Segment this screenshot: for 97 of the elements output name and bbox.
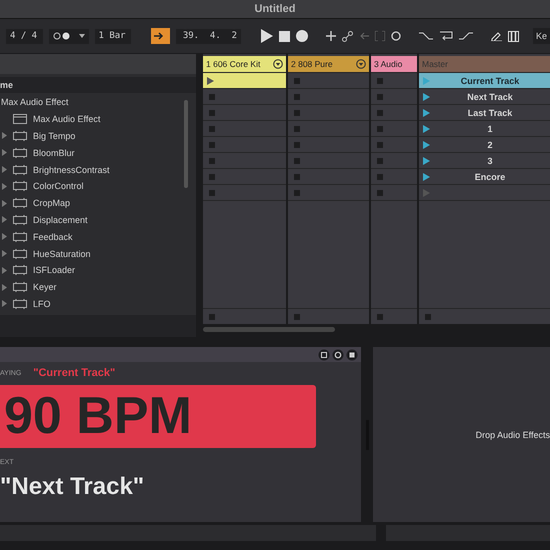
scene-row[interactable]: 2 xyxy=(419,136,550,152)
track-name: 1 606 Core Kit xyxy=(206,59,260,69)
play-icon[interactable] xyxy=(207,76,214,84)
drop-zone-text: Drop Audio Effects xyxy=(476,430,550,440)
device-icon xyxy=(13,114,27,124)
device-button-icon[interactable] xyxy=(318,348,330,360)
preset-icon xyxy=(13,248,27,259)
scene-label: 3 xyxy=(486,156,494,166)
play-icon[interactable] xyxy=(261,29,273,43)
preset-icon xyxy=(13,282,27,292)
dropdown-icon[interactable] xyxy=(273,59,283,69)
browser-item[interactable]: Feedback xyxy=(33,232,73,242)
track-header[interactable]: 2 808 Pure xyxy=(288,56,369,72)
key-button[interactable]: Ke xyxy=(533,28,550,44)
disclosure-icon[interactable] xyxy=(2,284,7,291)
disclosure-icon[interactable] xyxy=(2,233,7,240)
browser-item[interactable]: Max Audio Effect xyxy=(33,114,100,124)
disclosure-icon[interactable] xyxy=(2,166,7,174)
track-header[interactable]: 3 Audio xyxy=(371,56,417,72)
preset-icon xyxy=(13,130,27,141)
scrollbar[interactable] xyxy=(203,327,335,332)
stop-icon xyxy=(425,314,431,320)
preset-icon xyxy=(13,214,27,225)
record-icon[interactable] xyxy=(296,30,308,42)
disclosure-icon[interactable] xyxy=(2,250,7,258)
clip-slot[interactable] xyxy=(203,72,286,88)
disclosure-icon[interactable] xyxy=(2,216,7,224)
track-name: 2 808 Pure xyxy=(291,59,333,69)
next-track-name: "Next Track" xyxy=(0,473,144,501)
preset-icon xyxy=(13,265,27,276)
window-title: Untitled xyxy=(254,3,296,15)
scene-row[interactable]: Last Track xyxy=(419,104,550,120)
curve-up-icon[interactable] xyxy=(459,32,473,40)
browser-folder[interactable]: Max Audio Effect xyxy=(0,94,196,111)
preset-icon xyxy=(13,148,27,158)
disclosure-icon[interactable] xyxy=(2,200,7,207)
column-header[interactable]: me xyxy=(0,77,196,93)
pencil-icon[interactable] xyxy=(491,31,502,41)
scrollbar[interactable] xyxy=(184,100,188,188)
preset-icon xyxy=(13,298,27,309)
browser-item[interactable]: BloomBlur xyxy=(33,148,75,158)
scene-label: Last Track xyxy=(466,108,514,118)
save-icon[interactable] xyxy=(346,348,358,360)
circle-icon[interactable] xyxy=(391,31,401,41)
track-name: Master xyxy=(422,59,448,69)
browser-item[interactable]: CropMap xyxy=(33,198,70,208)
stop-icon xyxy=(377,314,383,320)
column-header-label: me xyxy=(0,80,14,90)
dropdown-icon[interactable] xyxy=(356,59,366,69)
disclosure-icon[interactable] xyxy=(2,300,7,308)
curve-down-icon[interactable] xyxy=(419,32,433,40)
preset-icon xyxy=(13,181,27,192)
browser-item[interactable]: ColorControl xyxy=(33,181,84,192)
stop-icon xyxy=(209,314,215,320)
browser-item[interactable]: Displacement xyxy=(33,214,88,225)
scene-label: 2 xyxy=(486,140,494,150)
scene-row[interactable]: Current Track xyxy=(419,72,550,88)
scene-label: 1 xyxy=(486,124,494,134)
browser-item[interactable]: Big Tempo xyxy=(33,130,76,141)
brackets-icon[interactable] xyxy=(375,31,385,41)
follow-button[interactable] xyxy=(151,28,170,44)
count-in-menu[interactable] xyxy=(48,28,88,44)
track-name: 3 Audio xyxy=(374,59,402,69)
disclosure-icon[interactable] xyxy=(2,266,7,274)
tempo-display: 90 BPM xyxy=(0,385,316,448)
stop-icon xyxy=(294,314,300,320)
browser-item[interactable]: HueSaturation xyxy=(33,248,91,259)
preset-icon xyxy=(13,164,27,175)
link-icon[interactable] xyxy=(342,30,353,42)
current-track-name: "Current Track" xyxy=(33,367,116,379)
scene-row[interactable]: 1 xyxy=(419,120,550,136)
scene-row[interactable]: Next Track xyxy=(419,88,550,104)
preset-icon xyxy=(13,198,27,208)
disclosure-icon[interactable] xyxy=(2,182,7,190)
caret-icon xyxy=(78,34,84,38)
time-signature-field[interactable]: 4 / 4 xyxy=(6,28,42,44)
browser-item[interactable]: Keyer xyxy=(33,282,57,292)
refresh-icon[interactable] xyxy=(332,348,344,360)
scene-row[interactable]: Encore xyxy=(419,168,550,184)
disclosure-icon[interactable] xyxy=(2,149,7,156)
scene-label: Next Track xyxy=(466,92,514,102)
arrow-left-icon[interactable] xyxy=(359,32,369,40)
stop-icon[interactable] xyxy=(279,30,290,42)
browser-item[interactable]: ISFLoader xyxy=(33,265,76,276)
preset-icon xyxy=(13,232,27,242)
scene-row[interactable]: 3 xyxy=(419,152,550,168)
piano-icon[interactable] xyxy=(508,30,519,42)
scene-label: Encore xyxy=(474,172,506,182)
quantize-menu[interactable]: 1 Bar xyxy=(94,28,131,44)
track-header[interactable]: 1 606 Core Kit xyxy=(203,56,286,72)
disclosure-icon[interactable] xyxy=(2,132,7,140)
plus-icon[interactable] xyxy=(326,31,336,41)
browser-item[interactable]: BrightnessContrast xyxy=(33,164,110,175)
scene-label: Current Track xyxy=(460,76,520,86)
song-position-field[interactable]: 39. 4. 2 xyxy=(176,28,241,44)
browser-item[interactable]: LFO xyxy=(33,298,51,309)
loop-icon[interactable] xyxy=(439,30,453,42)
